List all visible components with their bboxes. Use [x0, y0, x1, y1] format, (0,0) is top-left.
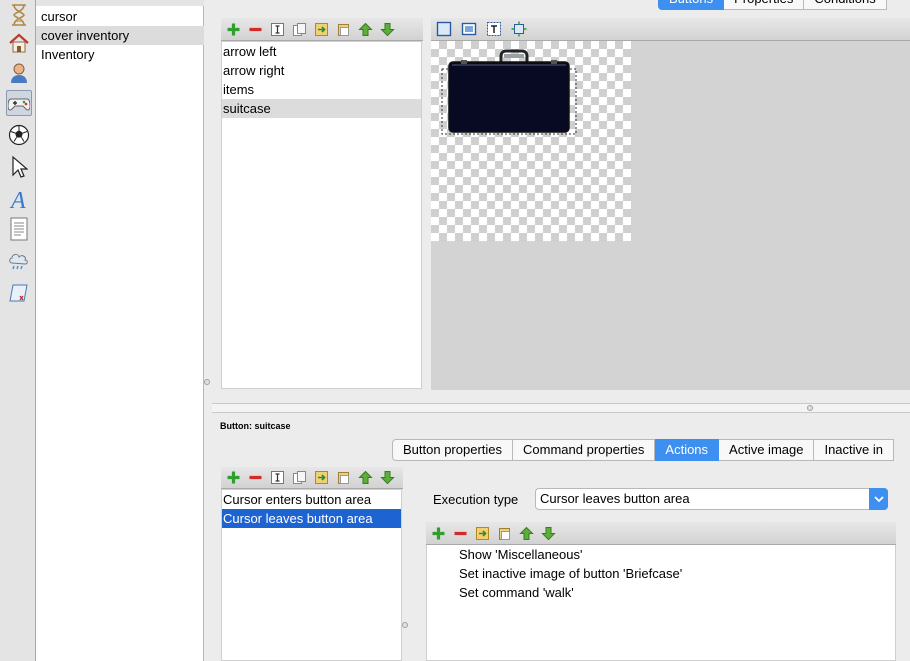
vertical-splitter[interactable] [402, 462, 410, 661]
button-list-item[interactable]: suitcase [222, 99, 421, 118]
command-item[interactable]: Set inactive image of button 'Briefcase' [427, 564, 895, 583]
button-list-item[interactable]: arrow left [222, 42, 421, 61]
move-up-icon[interactable] [356, 20, 375, 39]
gamepad-icon[interactable] [6, 90, 32, 116]
soccer-ball-icon[interactable] [6, 122, 32, 148]
category-sidebar: A [0, 0, 36, 661]
weather-cloud-icon[interactable] [6, 248, 32, 274]
button-list-item[interactable]: items [222, 80, 421, 99]
action-list-item[interactable]: Cursor enters button area [222, 490, 401, 509]
svg-text:A: A [9, 188, 26, 211]
move-up-icon[interactable] [517, 524, 536, 543]
fit-view-icon[interactable] [509, 20, 528, 39]
action-list-toolbar [221, 467, 403, 489]
arrow-cursor-icon[interactable] [6, 154, 32, 180]
suitcase-image[interactable] [441, 47, 577, 135]
button-list-item[interactable]: arrow right [222, 61, 421, 80]
execution-type-label: Execution type [433, 492, 519, 507]
script-scroll-icon[interactable] [6, 280, 32, 306]
house-icon[interactable] [6, 30, 32, 56]
hourglass-icon[interactable] [6, 2, 32, 28]
person-icon[interactable] [6, 60, 32, 86]
export-icon[interactable] [473, 524, 492, 543]
command-toolbar [426, 522, 896, 545]
text-frame-icon[interactable] [484, 20, 503, 39]
button-list-toolbar [221, 18, 423, 41]
command-item[interactable]: Show 'Miscellaneous' [427, 545, 895, 564]
command-item[interactable]: Set command 'walk' [427, 583, 895, 602]
move-down-icon[interactable] [378, 468, 397, 487]
button-list: arrow left arrow right items suitcase [221, 41, 422, 389]
copy-icon[interactable] [290, 20, 309, 39]
tab-conditions[interactable]: Conditions [804, 0, 887, 10]
remove-icon[interactable] [451, 524, 470, 543]
select-rect-icon[interactable] [434, 20, 453, 39]
transparency-canvas [431, 41, 631, 241]
tab-properties[interactable]: Properties [724, 0, 805, 10]
tab-buttons[interactable]: Buttons [658, 0, 725, 10]
remove-icon[interactable] [246, 468, 265, 487]
list-item[interactable]: cover inventory [36, 26, 204, 45]
image-preview-area [431, 41, 910, 390]
chevron-down-icon[interactable] [869, 488, 888, 510]
paste-icon[interactable] [495, 524, 514, 543]
tab-button-properties[interactable]: Button properties [392, 439, 514, 461]
tab-command-properties[interactable]: Command properties [513, 439, 656, 461]
move-up-icon[interactable] [356, 468, 375, 487]
list-item[interactable]: cursor [36, 7, 204, 26]
command-list: Show 'Miscellaneous' Set inactive image o… [426, 545, 896, 661]
splitter-handle[interactable] [402, 622, 408, 628]
panel-gutter [204, 0, 214, 661]
copy-icon[interactable] [290, 468, 309, 487]
splitter-handle[interactable] [204, 379, 210, 385]
top-tab-bar: ButtonsPropertiesConditions [658, 0, 887, 10]
font-a-icon[interactable]: A [6, 186, 32, 212]
image-toolbar [431, 18, 910, 41]
horizontal-splitter[interactable] [212, 403, 910, 413]
editor-window: A cursorcover inventoryInventory Buttons… [0, 0, 910, 661]
splitter-handle[interactable] [807, 405, 813, 411]
document-icon[interactable] [6, 216, 32, 242]
add-icon[interactable] [224, 468, 243, 487]
execution-type-value: Cursor leaves button area [540, 491, 690, 506]
tab-actions[interactable]: Actions [655, 439, 720, 461]
rename-icon[interactable] [268, 20, 287, 39]
export-icon[interactable] [312, 468, 331, 487]
move-down-icon[interactable] [539, 524, 558, 543]
tab-inactive-in[interactable]: Inactive in [814, 439, 895, 461]
add-icon[interactable] [429, 524, 448, 543]
object-list: cursor cover inventory Inventory [36, 0, 204, 661]
remove-icon[interactable] [246, 20, 265, 39]
paste-icon[interactable] [334, 468, 353, 487]
action-list-item[interactable]: Cursor leaves button area [222, 509, 401, 528]
export-icon[interactable] [312, 20, 331, 39]
tab-active-image[interactable]: Active image [719, 439, 815, 461]
bottom-tab-bar: Button properties Command properties Actio… [392, 439, 895, 461]
move-down-icon[interactable] [378, 20, 397, 39]
execution-type-select[interactable]: Cursor leaves button area [535, 488, 888, 510]
action-event-list: Cursor enters button area Cursor leaves b… [221, 489, 402, 661]
rename-icon[interactable] [268, 468, 287, 487]
add-icon[interactable] [224, 20, 243, 39]
paste-icon[interactable] [334, 20, 353, 39]
list-item[interactable]: Inventory [36, 45, 204, 64]
image-view-icon[interactable] [459, 20, 478, 39]
list-toolbar-fragment [36, 0, 204, 6]
selection-label: Button: suitcase [220, 421, 291, 431]
